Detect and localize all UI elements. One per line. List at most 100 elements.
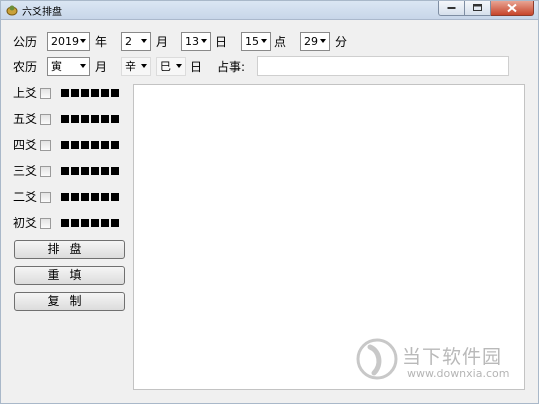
yao-segment[interactable] <box>111 193 119 201</box>
maximize-button[interactable] <box>465 1 491 16</box>
divination-input[interactable] <box>257 56 509 76</box>
chevron-down-icon <box>141 64 147 68</box>
yao-changing-checkbox[interactable] <box>40 192 51 203</box>
yao-label: 四爻 <box>13 138 38 152</box>
yao-segment[interactable] <box>111 141 119 149</box>
yao-segment[interactable] <box>111 115 119 123</box>
nongli-label: 农历 <box>13 60 38 74</box>
yao-line-toggle[interactable] <box>61 89 119 97</box>
chevron-down-icon <box>320 39 326 43</box>
yao-segment[interactable] <box>71 167 79 175</box>
yao-segment[interactable] <box>101 219 109 227</box>
yao-segment[interactable] <box>81 167 89 175</box>
day-branch-select[interactable]: 巳 <box>156 57 186 76</box>
yao-label: 三爻 <box>13 164 38 178</box>
lunar-month-value: 寅 <box>51 60 62 73</box>
yao-segment[interactable] <box>71 89 79 97</box>
hour-unit-label: 点 <box>274 35 287 49</box>
year-unit-label: 年 <box>95 35 108 49</box>
day-stem-select[interactable]: 辛 <box>121 57 151 76</box>
yao-segment[interactable] <box>61 193 69 201</box>
divination-label: 占事: <box>217 60 246 74</box>
refill-button[interactable]: 重填 <box>14 266 125 285</box>
yao-segment[interactable] <box>91 141 99 149</box>
yao-segment[interactable] <box>61 115 69 123</box>
window-title: 六爻排盘 <box>22 7 62 18</box>
yao-segment[interactable] <box>91 115 99 123</box>
watermark-brand: 当下软件园 <box>402 346 503 368</box>
arrange-button[interactable]: 排盘 <box>14 240 125 259</box>
yao-segment[interactable] <box>71 193 79 201</box>
yao-changing-checkbox[interactable] <box>40 88 51 99</box>
maximize-icon <box>472 4 482 11</box>
yao-segment[interactable] <box>111 167 119 175</box>
yao-changing-checkbox[interactable] <box>40 218 51 229</box>
yao-segment[interactable] <box>101 115 109 123</box>
close-button[interactable] <box>491 1 534 16</box>
main-window: 六爻排盘 公历 2019 年 2 月 13 日 15 点 29 分 农历 寅 月… <box>0 0 539 404</box>
month-select[interactable]: 2 <box>121 32 151 51</box>
yao-segment[interactable] <box>61 89 69 97</box>
minimize-button[interactable] <box>438 1 465 16</box>
minute-unit-label: 分 <box>335 35 348 49</box>
yao-segment[interactable] <box>91 219 99 227</box>
chevron-down-icon <box>176 64 182 68</box>
gongli-label: 公历 <box>13 35 38 49</box>
yao-segment[interactable] <box>61 219 69 227</box>
lunar-month-unit-label: 月 <box>95 60 108 74</box>
app-icon <box>6 5 18 16</box>
yao-line-toggle[interactable] <box>61 115 119 123</box>
minute-value: 29 <box>304 35 318 48</box>
yao-line-toggle[interactable] <box>61 193 119 201</box>
yao-changing-checkbox[interactable] <box>40 140 51 151</box>
month-unit-label: 月 <box>156 35 169 49</box>
day-branch-value: 巳 <box>160 60 171 73</box>
copy-button[interactable]: 复制 <box>14 292 125 311</box>
chevron-down-icon <box>261 39 267 43</box>
yao-segment[interactable] <box>101 193 109 201</box>
yao-line-toggle[interactable] <box>61 167 119 175</box>
yao-segment[interactable] <box>101 141 109 149</box>
window-controls <box>438 1 534 16</box>
yao-line-toggle[interactable] <box>61 141 119 149</box>
yao-line-toggle[interactable] <box>61 219 119 227</box>
yao-segment[interactable] <box>81 193 89 201</box>
yao-segment[interactable] <box>81 115 89 123</box>
day-unit-label: 日 <box>215 35 228 49</box>
hour-select[interactable]: 15 <box>241 32 271 51</box>
yao-segment[interactable] <box>111 219 119 227</box>
yao-segment[interactable] <box>91 89 99 97</box>
chevron-down-icon <box>201 39 207 43</box>
year-select[interactable]: 2019 <box>47 32 90 51</box>
day-value: 13 <box>185 35 199 48</box>
yao-segment[interactable] <box>61 167 69 175</box>
yao-segment[interactable] <box>111 89 119 97</box>
yao-segment[interactable] <box>91 167 99 175</box>
yao-segment[interactable] <box>71 141 79 149</box>
hour-value: 15 <box>245 35 259 48</box>
yao-segment[interactable] <box>101 167 109 175</box>
day-select[interactable]: 13 <box>181 32 211 51</box>
yao-label: 五爻 <box>13 112 38 126</box>
yao-segment[interactable] <box>91 193 99 201</box>
yao-segment[interactable] <box>71 219 79 227</box>
yao-segment[interactable] <box>81 89 89 97</box>
yao-changing-checkbox[interactable] <box>40 166 51 177</box>
yao-segment[interactable] <box>71 115 79 123</box>
minute-select[interactable]: 29 <box>300 32 330 51</box>
lunar-month-select[interactable]: 寅 <box>47 57 90 76</box>
year-value: 2019 <box>51 35 79 48</box>
yao-label: 初爻 <box>13 216 38 230</box>
yao-changing-checkbox[interactable] <box>40 114 51 125</box>
yao-segment[interactable] <box>101 89 109 97</box>
day-stem-value: 辛 <box>125 60 136 73</box>
chevron-down-icon <box>80 64 86 68</box>
yao-label: 二爻 <box>13 190 38 204</box>
yao-segment[interactable] <box>81 219 89 227</box>
close-icon <box>507 3 517 13</box>
chevron-down-icon <box>80 39 86 43</box>
yao-segment[interactable] <box>81 141 89 149</box>
yao-segment[interactable] <box>61 141 69 149</box>
watermark-url: www.downxia.com <box>407 367 510 380</box>
month-value: 2 <box>125 35 132 48</box>
